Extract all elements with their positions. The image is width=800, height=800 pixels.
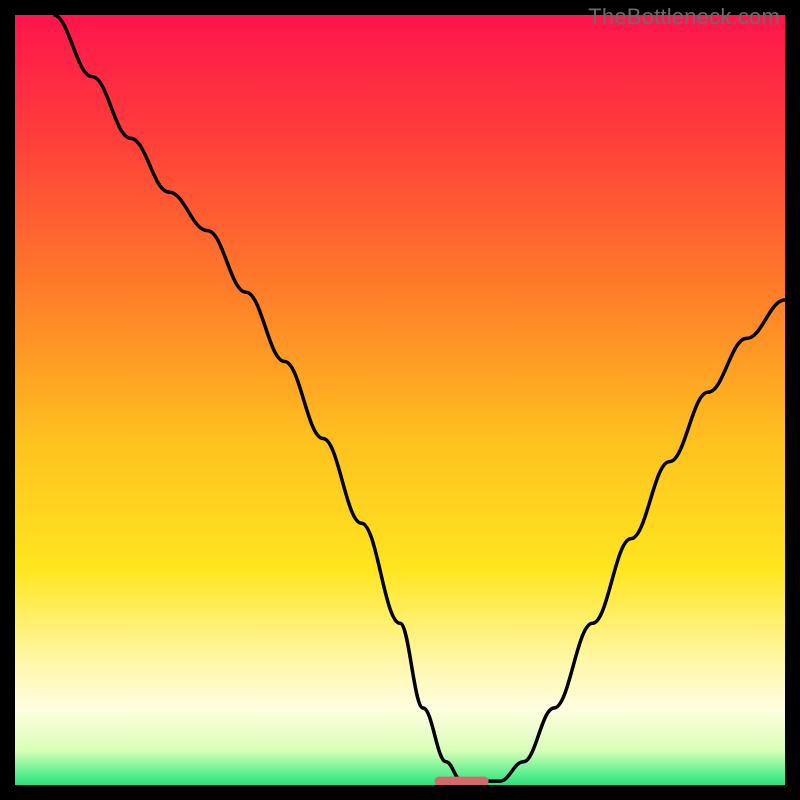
- chart-frame: [15, 15, 785, 785]
- optimal-marker: [435, 777, 489, 785]
- gradient-background: [15, 15, 785, 785]
- watermark-text: TheBottleneck.com: [588, 4, 780, 30]
- chart-svg: [15, 15, 785, 785]
